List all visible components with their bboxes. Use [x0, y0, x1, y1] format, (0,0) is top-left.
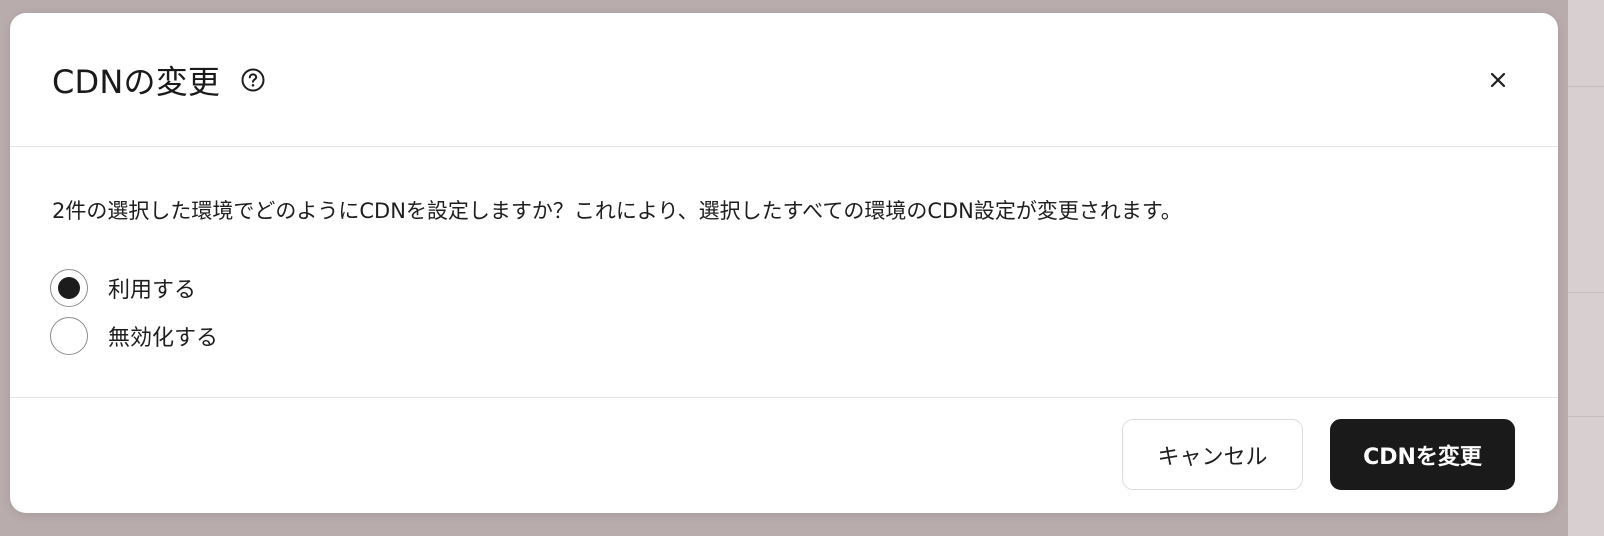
help-circle-icon[interactable] [240, 67, 266, 93]
radio-selected-dot [58, 277, 80, 299]
dialog-header: CDNの変更 [10, 13, 1558, 147]
close-icon[interactable] [1482, 64, 1514, 96]
change-cdn-button[interactable]: CDNを変更 [1330, 419, 1515, 490]
radio-button-unchecked[interactable] [50, 317, 88, 355]
radio-button-checked[interactable] [50, 269, 88, 307]
dialog-description: 2件の選択した環境でどのようにCDNを設定しますか？これにより、選択したすべての… [52, 199, 1182, 223]
cancel-button[interactable]: キャンセル [1122, 419, 1303, 490]
change-cdn-dialog: CDNの変更 2件の選択した環境でどのようにCDNを設定しますか？これにより、選… [10, 13, 1558, 513]
radio-option-disable[interactable]: 無効化する [50, 317, 218, 355]
radio-option-enable[interactable]: 利用する [50, 269, 196, 307]
background-divider [1568, 292, 1604, 293]
radio-label: 無効化する [108, 326, 219, 351]
radio-label: 利用する [108, 278, 197, 303]
background-divider [1568, 416, 1604, 417]
dialog-body: 2件の選択した環境でどのようにCDNを設定しますか？これにより、選択したすべての… [10, 147, 1558, 398]
dialog-footer: キャンセル CDNを変更 [10, 398, 1558, 513]
dialog-title: CDNの変更 [52, 62, 221, 101]
background-page [1568, 0, 1604, 536]
background-divider [1568, 86, 1604, 87]
